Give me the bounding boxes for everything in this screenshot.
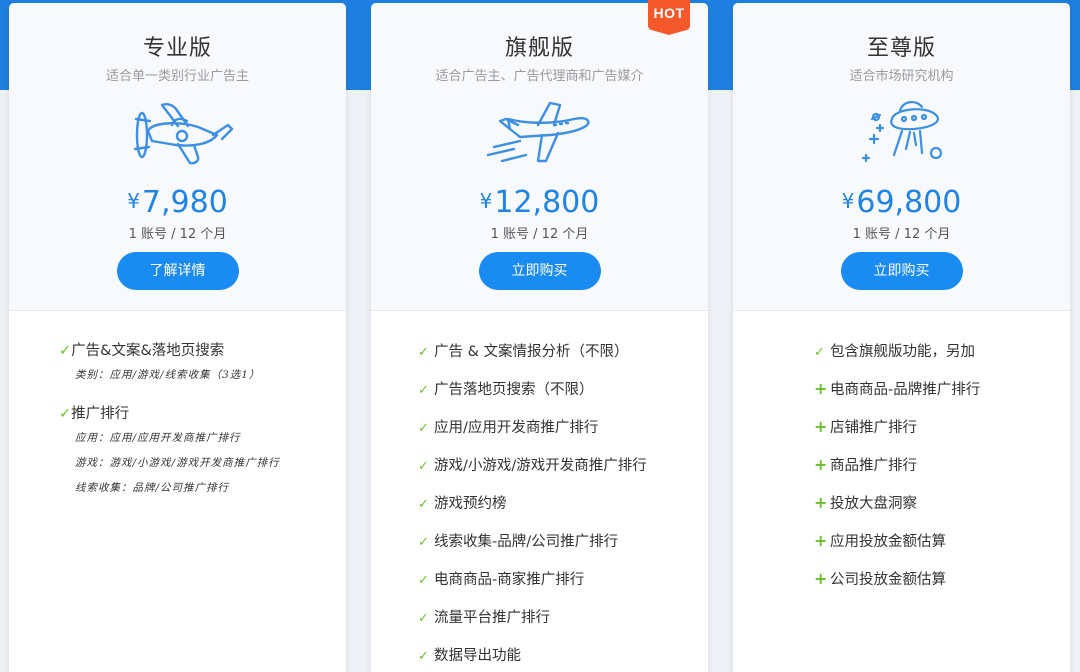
plan-subtitle: 适合市场研究机构 [849,69,954,84]
feature-item: + 公司投放金额估算 [733,559,1070,597]
jet-plane-icon [486,101,590,163]
check-icon: ✓ [814,345,825,360]
feature-item: + 投放大盘洞察 [733,483,1070,521]
feature-detail: 应用：应用/应用开发商推广排行 [75,432,241,444]
feature-item: ✓ 游戏/小游戏/游戏开发商推广排行 [371,445,708,483]
feature-label: 游戏/小游戏/游戏开发商推广排行 [434,458,647,474]
plan-price: ¥12,800 [371,185,708,220]
plan-period: 1 账号 / 12 个月 [490,227,589,242]
feature-label: 电商商品-商家推广排行 [434,572,585,588]
feature-label: 推广排行 [71,406,130,422]
feature-list: ✓ 广告 & 文案情报分析（不限） ✓ 广告落地页搜索（不限） ✓ 应用/应用开发商推… [371,331,708,672]
feature-label: 店铺推广排行 [830,420,917,436]
buy-now-button[interactable]: 立即购买 [478,252,601,290]
feature-label: 电商商品-品牌推广排行 [830,382,981,398]
ufo-icon [861,101,942,163]
feature-label: 公司投放金额估算 [830,572,946,588]
feature-group: ✓广告&文案&落地页搜索 类别：应用/游戏/线索收集（3选1） [59,339,260,382]
plus-icon: + [814,493,828,512]
buy-now-button[interactable]: 立即购买 [840,252,963,290]
currency-symbol: ¥ [841,189,855,213]
plan-card-pro: 专业版 适合单一类别行业广告主 ¥7,980 1 账号 / 12 个月 了解详情… [9,3,346,672]
price-amount: 12,800 [494,185,600,220]
feature-item: ✓ 广告落地页搜索（不限） [371,369,708,407]
feature-label: 广告 & 文案情报分析（不限） [434,344,629,360]
feature-detail: 游戏：游戏/小游戏/游戏开发商推广排行 [75,457,280,469]
plus-icon: + [814,531,828,550]
plan-subtitle: 适合单一类别行业广告主 [105,69,249,84]
feature-label: 流量平台推广排行 [434,610,550,626]
plan-title: 至尊版 [866,36,936,61]
feature-label: 包含旗舰版功能，另加 [830,344,975,360]
price-amount: 69,800 [856,185,962,220]
feature-item: + 电商商品-品牌推广排行 [733,369,1070,407]
feature-detail: 类别：应用/游戏/线索收集（3选1） [75,369,261,381]
check-icon: ✓ [418,345,429,360]
feature-item: ✓ 流量平台推广排行 [371,597,708,635]
check-icon: ✓ [418,421,429,436]
feature-item: ✓ 游戏预约榜 [371,483,708,521]
feature-item: ✓ 数据导出功能 [371,635,708,672]
plus-icon: + [814,379,828,398]
feature-item: ✓ 电商商品-商家推广排行 [371,559,708,597]
price-amount: 7,980 [141,185,228,220]
check-icon: ✓ [59,406,72,422]
check-icon: ✓ [418,383,429,398]
check-icon: ✓ [418,497,429,512]
feature-label: 投放大盘洞察 [830,496,917,512]
plan-price: ¥69,800 [733,185,1070,220]
feature-item: ✓ 线索收集-品牌/公司推广排行 [371,521,708,559]
feature-label: 游戏预约榜 [434,496,507,512]
feature-item: + 商品推广排行 [733,445,1070,483]
check-icon: ✓ [418,649,429,664]
details-button[interactable]: 了解详情 [116,252,239,290]
propeller-plane-icon [133,103,233,165]
feature-detail: 线索收集：品牌/公司推广排行 [75,482,230,494]
plus-icon: + [814,569,828,588]
plan-title: 专业版 [142,36,212,61]
check-icon: ✓ [418,535,429,550]
feature-label: 商品推广排行 [830,458,917,474]
feature-item: + 店铺推广排行 [733,407,1070,445]
plan-subtitle: 适合广告主、广告代理商和广告媒介 [435,69,644,84]
check-icon: ✓ [418,611,429,626]
plus-icon: + [814,455,828,474]
feature-label: 应用/应用开发商推广排行 [434,420,599,436]
feature-item: + 应用投放金额估算 [733,521,1070,559]
plan-period: 1 账号 / 12 个月 [128,227,227,242]
check-icon: ✓ [59,343,72,359]
feature-item: ✓ 应用/应用开发商推广排行 [371,407,708,445]
currency-symbol: ¥ [479,189,493,213]
currency-symbol: ¥ [127,189,140,213]
feature-label: 广告&文案&落地页搜索 [71,343,225,359]
feature-label: 应用投放金额估算 [830,534,946,550]
feature-label: 数据导出功能 [434,648,521,664]
feature-label: 线索收集-品牌/公司推广排行 [434,534,619,550]
plan-period: 1 账号 / 12 个月 [852,227,951,242]
check-icon: ✓ [418,459,429,474]
plus-icon: + [814,417,828,436]
feature-item: ✓ 广告 & 文案情报分析（不限） [371,331,708,369]
plan-card-supreme: 至尊版 适合市场研究机构 ¥69,800 1 账号 / 12 个月 立即购买 ✓… [733,3,1070,672]
plan-price: ¥7,980 [9,185,346,220]
check-icon: ✓ [418,573,429,588]
feature-label: 广告落地页搜索（不限） [434,382,594,398]
plan-card-flagship: 旗舰版 适合广告主、广告代理商和广告媒介 ¥12,800 1 账号 / 12 个… [371,3,708,672]
feature-list: ✓ 包含旗舰版功能，另加 + 电商商品-品牌推广排行 + 店铺推广排行 + 商品推广排行… [733,331,1070,597]
feature-group: ✓推广排行 应用：应用/应用开发商推广排行 游戏：游戏/小游戏/游戏开发商推广排… [59,402,280,495]
feature-item: ✓ 包含旗舰版功能，另加 [733,331,1070,369]
hot-badge: HOT [648,0,690,35]
